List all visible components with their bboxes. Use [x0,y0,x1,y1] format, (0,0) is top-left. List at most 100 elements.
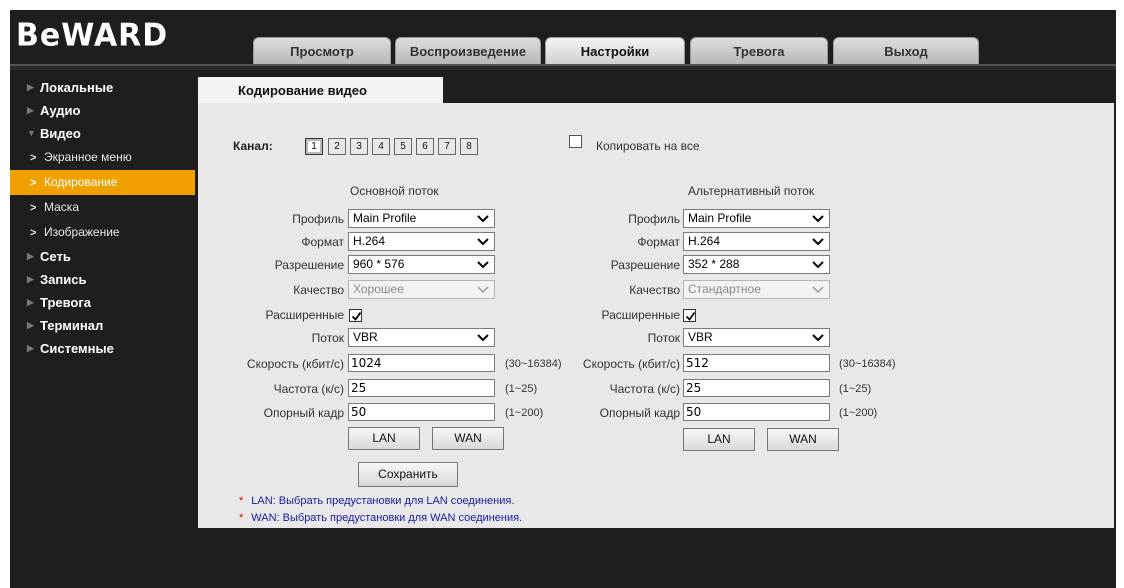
alt-quality-label: Качество [629,283,680,297]
main-advanced-checkbox[interactable] [349,309,362,322]
channel-button-4[interactable]: 4 [372,138,390,155]
alt-bitrate-input[interactable]: 512 [683,354,830,372]
main-quality-select: Хорошее [348,280,495,299]
sidebar: ▶ Локальные ▶ Аудио ▼ Видео > Экранное меню … [10,76,196,360]
sidebar-item-alarm[interactable]: ▶ Тревога [10,291,196,314]
checkmark-icon [685,311,696,321]
sidebar-item-osd[interactable]: > Экранное меню [10,145,196,170]
main-fps-input[interactable]: 25 [348,379,495,397]
sidebar-item-label: Аудио [40,103,81,118]
sidebar-item-label: Маска [44,200,79,214]
chevron-down-icon [477,238,489,246]
copy-all-checkbox[interactable] [569,135,582,148]
sidebar-item-encoding[interactable]: > Кодирование [10,170,195,195]
main-wan-button[interactable]: WAN [432,427,504,450]
main-stream-type-select[interactable]: VBR [348,328,495,347]
sidebar-item-label: Изображение [44,225,120,239]
sidebar-item-image[interactable]: > Изображение [10,220,196,245]
note-star: * [239,512,244,524]
sidebar-item-label: Тревога [40,295,92,310]
main-profile-select[interactable]: Main Profile [348,209,495,228]
main-format-select[interactable]: H.264 [348,232,495,251]
main-quality-label: Качество [293,283,344,297]
alt-advanced-label: Расширенные [601,308,680,322]
main-bitrate-input[interactable]: 1024 [348,354,495,372]
channel-button-6[interactable]: 6 [416,138,434,155]
alt-profile-select[interactable]: Main Profile [683,209,830,228]
sidebar-item-system[interactable]: ▶ Системные [10,337,196,360]
chevron-down-icon [812,261,824,269]
alt-fps-input[interactable]: 25 [683,379,830,397]
alt-keyframe-label: Опорный кадр [599,406,680,420]
channel-button-8[interactable]: 8 [460,138,478,155]
chevron-right-icon: > [30,227,37,239]
channel-button-5[interactable]: 5 [394,138,412,155]
main-stream-type-value: VBR [353,330,378,344]
alt-quality-select: Стандартное [683,280,830,299]
sidebar-item-label: Локальные [40,80,114,95]
main-stream-type-label: Поток [311,331,344,345]
sidebar-item-video[interactable]: ▼ Видео [10,122,196,145]
save-button[interactable]: Сохранить [358,462,458,487]
channel-button-3[interactable]: 3 [350,138,368,155]
main-keyframe-range: (1~200) [505,407,544,419]
chevron-down-icon [477,261,489,269]
triangle-right-icon: ▶ [27,320,34,330]
checkmark-icon [351,311,362,321]
sidebar-item-local[interactable]: ▶ Локальные [10,76,196,99]
main-advanced-label: Расширенные [265,308,344,322]
tab-settings[interactable]: Настройки [545,37,685,65]
triangle-right-icon: ▶ [27,274,34,284]
brand-logo: BeWARD [16,17,169,54]
sidebar-item-network[interactable]: ▶ Сеть [10,245,196,268]
wan-note: * WAN: Выбрать предустановки для WAN соед… [239,511,522,526]
main-quality-value: Хорошее [353,282,404,296]
tab-view[interactable]: Просмотр [253,37,391,65]
alt-stream-type-label: Поток [647,331,680,345]
channel-button-1[interactable]: 1 [305,138,323,155]
alt-format-select[interactable]: H.264 [683,232,830,251]
alt-stream-title: Альтернативный поток [688,184,815,198]
main-resolution-select[interactable]: 960 * 576 [348,255,495,274]
main-resolution-value: 960 * 576 [353,257,405,271]
main-lan-button[interactable]: LAN [348,427,420,450]
triangle-down-icon: ▼ [27,128,36,138]
alt-format-value: H.264 [688,234,721,248]
alt-format-label: Формат [637,235,680,249]
tab-alarm[interactable]: Тревога [690,37,828,65]
tab-logout[interactable]: Выход [833,37,979,65]
sidebar-item-audio[interactable]: ▶ Аудио [10,99,196,122]
alt-lan-button[interactable]: LAN [683,428,755,451]
sidebar-item-record[interactable]: ▶ Запись [10,268,196,291]
chevron-down-icon [477,215,489,223]
alt-resolution-select[interactable]: 352 * 288 [683,255,830,274]
channel-button-7[interactable]: 7 [438,138,456,155]
triangle-right-icon: ▶ [27,343,34,353]
tab-playback[interactable]: Воспроизведение [395,37,541,65]
chevron-down-icon [477,286,489,294]
sidebar-item-label: Сеть [40,249,71,264]
channel-label: Канал: [233,139,273,153]
main-keyframe-input[interactable]: 50 [348,403,495,421]
alt-fps-label: Частота (к/с) [609,382,680,396]
encoding-panel: Канал: 1 2 3 4 5 6 7 8 Копировать на все… [198,103,1114,528]
alt-keyframe-input[interactable]: 50 [683,403,830,421]
channel-button-2[interactable]: 2 [328,138,346,155]
sidebar-item-terminal[interactable]: ▶ Терминал [10,314,196,337]
sidebar-item-mask[interactable]: > Маска [10,195,196,220]
alt-stream-type-value: VBR [688,330,713,344]
alt-resolution-value: 352 * 288 [688,257,740,271]
sidebar-item-label: Видео [40,126,81,141]
content-tab-title: Кодирование видео [198,77,443,104]
main-stream-title: Основной поток [350,184,439,198]
main-profile-value: Main Profile [353,211,417,225]
sidebar-item-label: Запись [40,272,87,287]
main-keyframe-label: Опорный кадр [263,406,344,420]
alt-wan-button[interactable]: WAN [767,428,839,451]
sidebar-item-label: Системные [40,341,114,356]
alt-stream-type-select[interactable]: VBR [683,328,830,347]
chevron-down-icon [812,286,824,294]
alt-advanced-checkbox[interactable] [683,309,696,322]
chevron-right-icon: > [30,177,37,189]
main-format-label: Формат [301,235,344,249]
